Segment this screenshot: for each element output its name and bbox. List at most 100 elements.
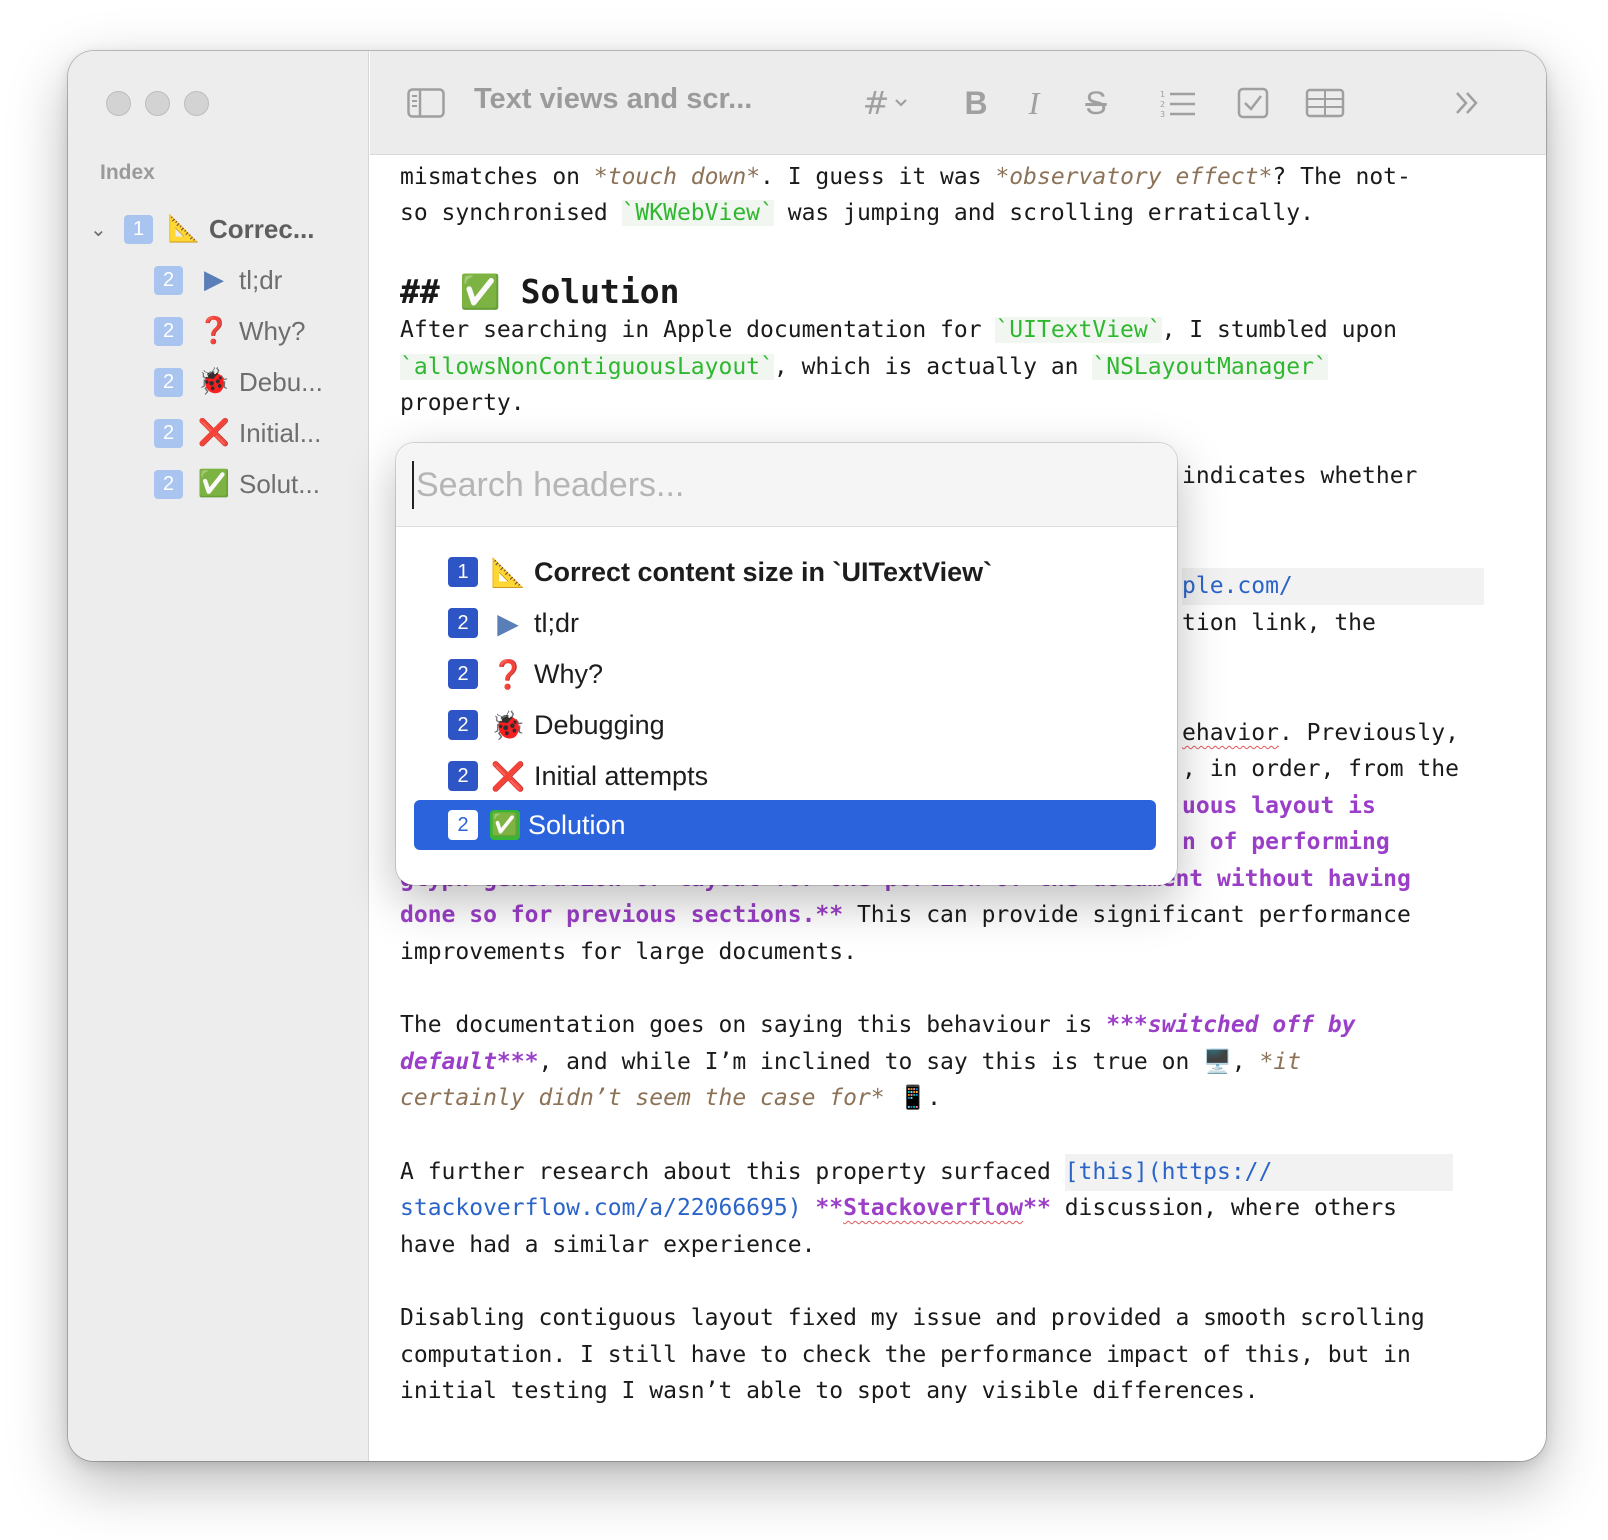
popup-item-label: Initial attempts (534, 760, 709, 791)
popup-item-label: Solution (528, 809, 626, 840)
sidebar-item-label: Initial... (239, 417, 322, 448)
popup-item-label: Debugging (534, 709, 665, 740)
text-line: property. (400, 390, 525, 416)
numbered-list-icon[interactable]: 123 (1158, 81, 1198, 125)
check-mark-icon: ✅ (197, 469, 231, 499)
heading-level-badge: 2 (154, 316, 183, 346)
italic-button[interactable]: I (1016, 81, 1052, 125)
sidebar-item-label: Debu... (239, 366, 323, 397)
check-mark-icon: ✅ (459, 272, 501, 311)
popup-item-correct-content-size[interactable]: 1 📐 Correct content size in `UITextView` (414, 547, 1156, 597)
sidebar-item-correct-content-size[interactable]: ⌄ 1 📐 Correc... (90, 211, 315, 247)
text-line: n of performing (1182, 829, 1390, 855)
text-line: uous layout is (1182, 793, 1376, 819)
sidebar-item-solution[interactable]: 2 ✅ Solut... (154, 466, 320, 502)
sidebar-item-debugging[interactable]: 2 🐞 Debu... (154, 364, 323, 400)
sidebar-item-initial-attempts[interactable]: 2 ❌ Initial... (154, 415, 321, 451)
svg-text:3: 3 (1160, 110, 1165, 118)
sidebar-item-label: Correc... (209, 213, 315, 244)
text-line: initial testing I wasn’t able to spot an… (400, 1378, 1259, 1404)
popup-item-tldr[interactable]: 2 ▶ tl;dr (414, 598, 1156, 648)
text-line: mismatches on *touch down*. I guess it w… (400, 164, 1411, 190)
markdown-link[interactable]: [this](https:// (1064, 1154, 1453, 1191)
popup-item-label: Why? (534, 658, 604, 689)
triangle-ruler-icon: 📐 (167, 214, 201, 244)
text-line: improvements for large documents. (400, 939, 857, 965)
popup-item-label: Correct content size in `UITextView` (534, 556, 993, 587)
heading-level-badge: 1 (448, 557, 478, 587)
text-line: default***, and while I’m inclined to sa… (400, 1049, 1302, 1075)
sidebar-title: Index (100, 161, 155, 184)
sidebar-toggle-icon[interactable] (406, 81, 446, 125)
popup-item-debugging[interactable]: 2 🐞 Debugging (414, 700, 1156, 750)
heading-level-badge: 2 (448, 608, 478, 638)
play-button-icon: ▶ (204, 265, 224, 295)
zoom-window-button[interactable] (184, 91, 209, 116)
sidebar-item-tldr[interactable]: 2 ▶ tl;dr (154, 262, 282, 298)
question-mark-icon: ❓ (490, 657, 526, 691)
check-mark-icon: ✅ (490, 810, 520, 840)
sidebar-item-label: Why? (239, 315, 306, 346)
checkbox-icon[interactable] (1236, 81, 1270, 125)
popup-item-why[interactable]: 2 ❓ Why? (414, 649, 1156, 699)
heading-level-badge: 2 (448, 761, 478, 791)
text-line: have had a similar experience. (400, 1232, 816, 1258)
text-line: so synchronised `WKWebView` was jumping … (400, 200, 1314, 226)
text-line: The documentation goes on saying this be… (400, 1012, 1356, 1038)
text-line: computation. I still have to check the p… (400, 1342, 1411, 1368)
heading-menu-button[interactable]: # (858, 81, 914, 125)
markdown-link[interactable]: stackoverflow.com/a/22066695) (400, 1195, 802, 1221)
double-chevron-right-icon[interactable] (1450, 81, 1484, 125)
heading-level-badge: 2 (448, 810, 478, 840)
sidebar-item-label: tl;dr (239, 264, 283, 295)
popup-item-solution[interactable]: 2 ✅ Solution (414, 800, 1156, 850)
text-line: Disabling contiguous layout fixed my iss… (400, 1305, 1425, 1331)
cross-mark-icon: ❌ (490, 759, 526, 793)
sidebar-item-why[interactable]: 2 ❓ Why? (154, 313, 305, 349)
text-line: `allowsNonContiguousLayout`, which is ac… (400, 354, 1328, 380)
text-line: ple.com/ (1182, 568, 1484, 605)
document-title: Text views and scr... (474, 83, 753, 115)
question-mark-icon: ❓ (197, 316, 231, 346)
play-button-icon: ▶ (497, 606, 519, 640)
chevron-down-icon[interactable]: ⌄ (90, 217, 110, 241)
text-line: , in order, from the (1182, 756, 1459, 782)
heading-level-badge: 2 (448, 710, 478, 740)
heading-level-badge: 1 (124, 214, 153, 244)
table-icon[interactable] (1304, 81, 1346, 125)
heading-level-badge: 2 (154, 367, 183, 397)
popup-item-initial-attempts[interactable]: 2 ❌ Initial attempts (414, 751, 1156, 801)
close-window-button[interactable] (106, 91, 131, 116)
header-search-popup: 1 📐 Correct content size in `UITextView`… (396, 443, 1177, 885)
minimize-window-button[interactable] (145, 91, 170, 116)
text-line: ehavior. Previously, (1182, 720, 1459, 746)
search-headers-input[interactable] (412, 461, 1112, 509)
svg-text:1: 1 (1160, 90, 1165, 99)
strikethrough-button[interactable]: S (1078, 81, 1114, 125)
chevron-down-icon (895, 99, 908, 107)
text-line: After searching in Apple documentation f… (400, 317, 1398, 343)
cross-mark-icon: ❌ (197, 418, 231, 448)
search-bar (396, 443, 1177, 527)
heading-level-badge: 2 (448, 659, 478, 689)
sidebar: Index ⌄ 1 📐 Correc... 2 ▶ tl;dr 2 ❓ Why?… (68, 51, 369, 1461)
text-line: done so for previous sections.** This ca… (400, 902, 1411, 928)
heading-level-badge: 2 (154, 265, 183, 295)
text-line: tion link, the (1182, 610, 1376, 636)
text-line: certainly didn’t seem the case for* 📱. (400, 1085, 942, 1111)
text-line: stackoverflow.com/a/22066695) **Stackove… (400, 1195, 1398, 1221)
desktop-computer-icon: 🖥️ (1203, 1049, 1232, 1075)
svg-text:2: 2 (1160, 100, 1165, 109)
mobile-phone-icon: 📱 (898, 1085, 928, 1111)
hash-icon: # (862, 84, 890, 122)
sidebar-item-label: Solut... (239, 468, 320, 499)
ladybug-icon: 🐞 (197, 367, 231, 397)
text-line: A further research about this property s… (400, 1154, 1453, 1191)
text-line: indicates whether (1182, 463, 1418, 489)
heading-level-badge: 2 (154, 418, 183, 448)
ladybug-icon: 🐞 (490, 708, 526, 742)
triangle-ruler-icon: 📐 (490, 555, 526, 589)
popup-item-label: tl;dr (534, 607, 580, 638)
bold-button[interactable]: B (958, 81, 994, 125)
heading-level-badge: 2 (154, 469, 183, 499)
